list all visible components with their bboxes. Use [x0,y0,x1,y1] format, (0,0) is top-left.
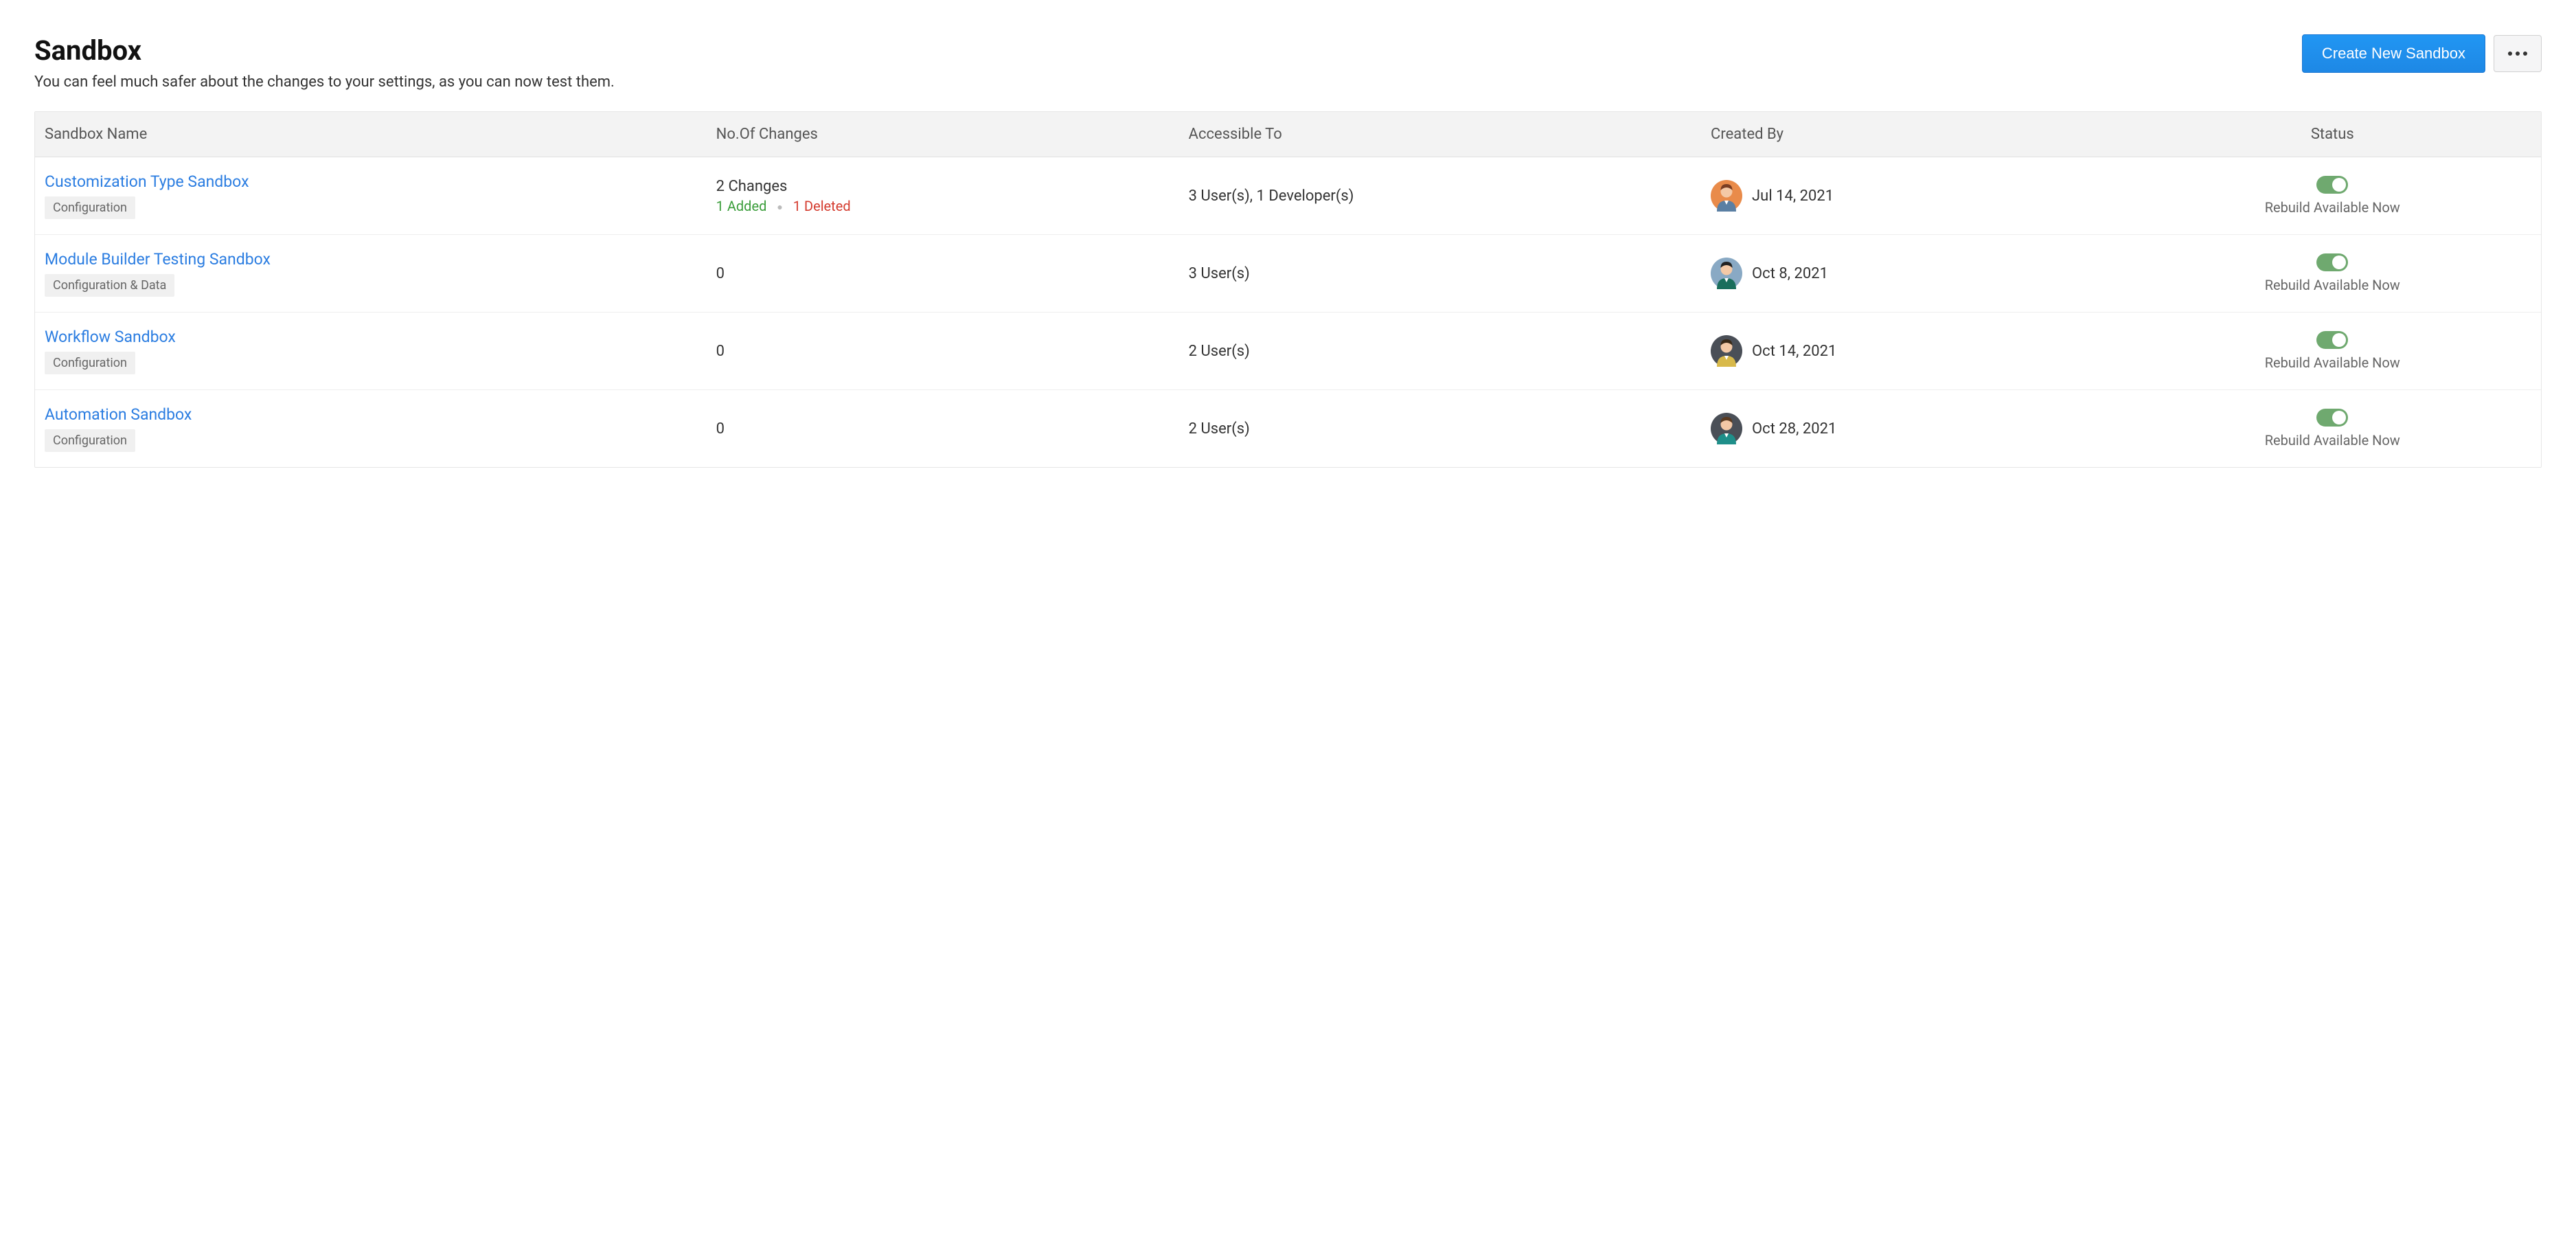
sandbox-name-link[interactable]: Workflow Sandbox [45,328,716,346]
cell-status: Rebuild Available Now [2134,331,2531,371]
changes-added: 1 Added [716,198,767,214]
table-row: Module Builder Testing Sandbox Configura… [35,235,2541,313]
cell-access: 3 User(s) [1189,265,1711,282]
more-actions-button[interactable] [2494,35,2542,72]
created-date: Oct 8, 2021 [1752,265,1828,282]
more-icon [2508,52,2527,56]
cell-access: 3 User(s), 1 Developer(s) [1189,188,1711,205]
cell-name: Workflow Sandbox Configuration [45,328,716,374]
changes-deleted: 1 Deleted [793,198,851,214]
cell-changes: 2 Changes 1 Added ● 1 Deleted [716,178,1189,214]
table-header: Sandbox Name No.Of Changes Accessible To… [35,112,2541,157]
cell-created: Oct 28, 2021 [1711,413,2134,444]
header-left: Sandbox You can feel much safer about th… [34,34,2302,91]
cell-name: Customization Type Sandbox Configuration [45,172,716,219]
col-header-created: Created By [1711,126,2134,143]
separator-dot: ● [777,202,782,213]
status-toggle[interactable] [2316,253,2348,271]
cell-access: 2 User(s) [1189,420,1711,438]
status-text: Rebuild Available Now [2265,277,2400,293]
table-body: Customization Type Sandbox Configuration… [35,157,2541,467]
cell-changes: 0 [716,343,1189,360]
table-row: Customization Type Sandbox Configuration… [35,157,2541,235]
col-header-access: Accessible To [1189,126,1711,143]
access-text: 2 User(s) [1189,420,1250,438]
table-row: Workflow Sandbox Configuration 0 2 User(… [35,313,2541,390]
cell-created: Jul 14, 2021 [1711,180,2134,212]
sandbox-name-link[interactable]: Automation Sandbox [45,405,716,424]
status-toggle[interactable] [2316,176,2348,194]
cell-status: Rebuild Available Now [2134,176,2531,216]
status-text: Rebuild Available Now [2265,354,2400,371]
page-subtitle: You can feel much safer about the change… [34,73,2302,91]
sandbox-name-link[interactable]: Module Builder Testing Sandbox [45,250,716,269]
col-header-name: Sandbox Name [45,126,716,143]
sandbox-name-link[interactable]: Customization Type Sandbox [45,172,716,191]
cell-status: Rebuild Available Now [2134,409,2531,449]
cell-created: Oct 8, 2021 [1711,258,2134,289]
create-sandbox-button[interactable]: Create New Sandbox [2302,34,2485,73]
cell-created: Oct 14, 2021 [1711,335,2134,367]
status-text: Rebuild Available Now [2265,199,2400,216]
created-date: Oct 28, 2021 [1752,420,1836,438]
status-text: Rebuild Available Now [2265,432,2400,449]
page-header: Sandbox You can feel much safer about th… [34,34,2542,91]
changes-count: 0 [716,265,1189,282]
changes-count: 0 [716,420,1189,438]
status-toggle[interactable] [2316,409,2348,427]
cell-changes: 0 [716,420,1189,438]
changes-count: 0 [716,343,1189,360]
cell-access: 2 User(s) [1189,343,1711,360]
created-date: Oct 14, 2021 [1752,343,1836,360]
changes-count: 2 Changes [716,178,1189,195]
table-row: Automation Sandbox Configuration 0 2 Use… [35,390,2541,467]
avatar [1711,258,1742,289]
changes-detail: 1 Added ● 1 Deleted [716,198,1189,214]
cell-name: Module Builder Testing Sandbox Configura… [45,250,716,297]
access-text: 3 User(s) [1189,265,1250,282]
sandbox-tag: Configuration [45,429,135,452]
sandbox-tag: Configuration [45,196,135,219]
access-text: 2 User(s) [1189,343,1250,360]
page-title: Sandbox [34,34,2302,67]
avatar [1711,413,1742,444]
sandbox-table: Sandbox Name No.Of Changes Accessible To… [34,111,2542,468]
col-header-status: Status [2134,126,2531,143]
status-toggle[interactable] [2316,331,2348,349]
sandbox-tag: Configuration & Data [45,274,174,297]
avatar [1711,180,1742,212]
created-date: Jul 14, 2021 [1752,188,1834,205]
cell-name: Automation Sandbox Configuration [45,405,716,452]
access-text: 3 User(s), 1 Developer(s) [1189,188,1354,205]
sandbox-tag: Configuration [45,352,135,374]
header-actions: Create New Sandbox [2302,34,2542,73]
avatar [1711,335,1742,367]
cell-status: Rebuild Available Now [2134,253,2531,293]
cell-changes: 0 [716,265,1189,282]
col-header-changes: No.Of Changes [716,126,1189,143]
